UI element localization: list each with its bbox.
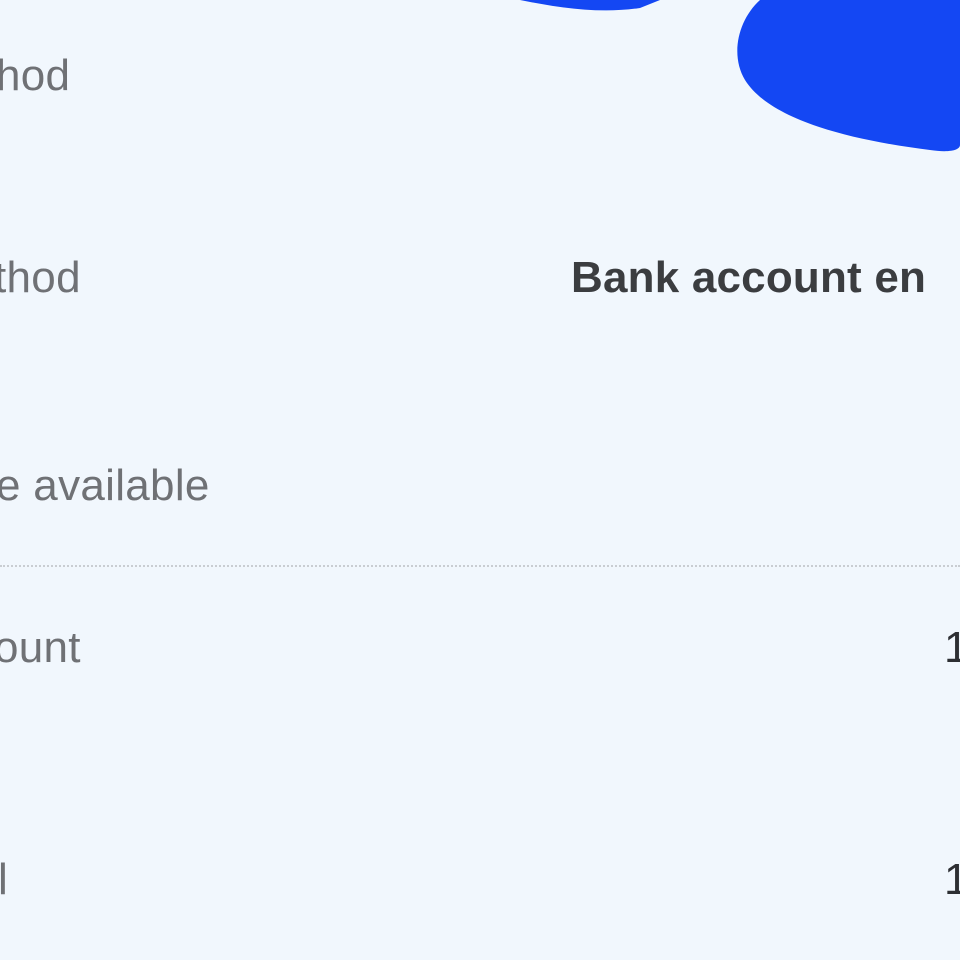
- payment-method-value: Bank account en: [571, 253, 927, 302]
- available-label: e available: [0, 461, 210, 510]
- method-label: hod: [0, 51, 71, 100]
- section-divider: [0, 565, 960, 567]
- amount-value: 1: [944, 623, 960, 672]
- amount-label: ount: [0, 623, 81, 672]
- payment-details-screen: hod thod Bank account en e available oun…: [0, 0, 960, 960]
- total-value: 1: [944, 855, 960, 904]
- total-label: l: [0, 855, 9, 904]
- payment-method-label: thod: [0, 253, 81, 302]
